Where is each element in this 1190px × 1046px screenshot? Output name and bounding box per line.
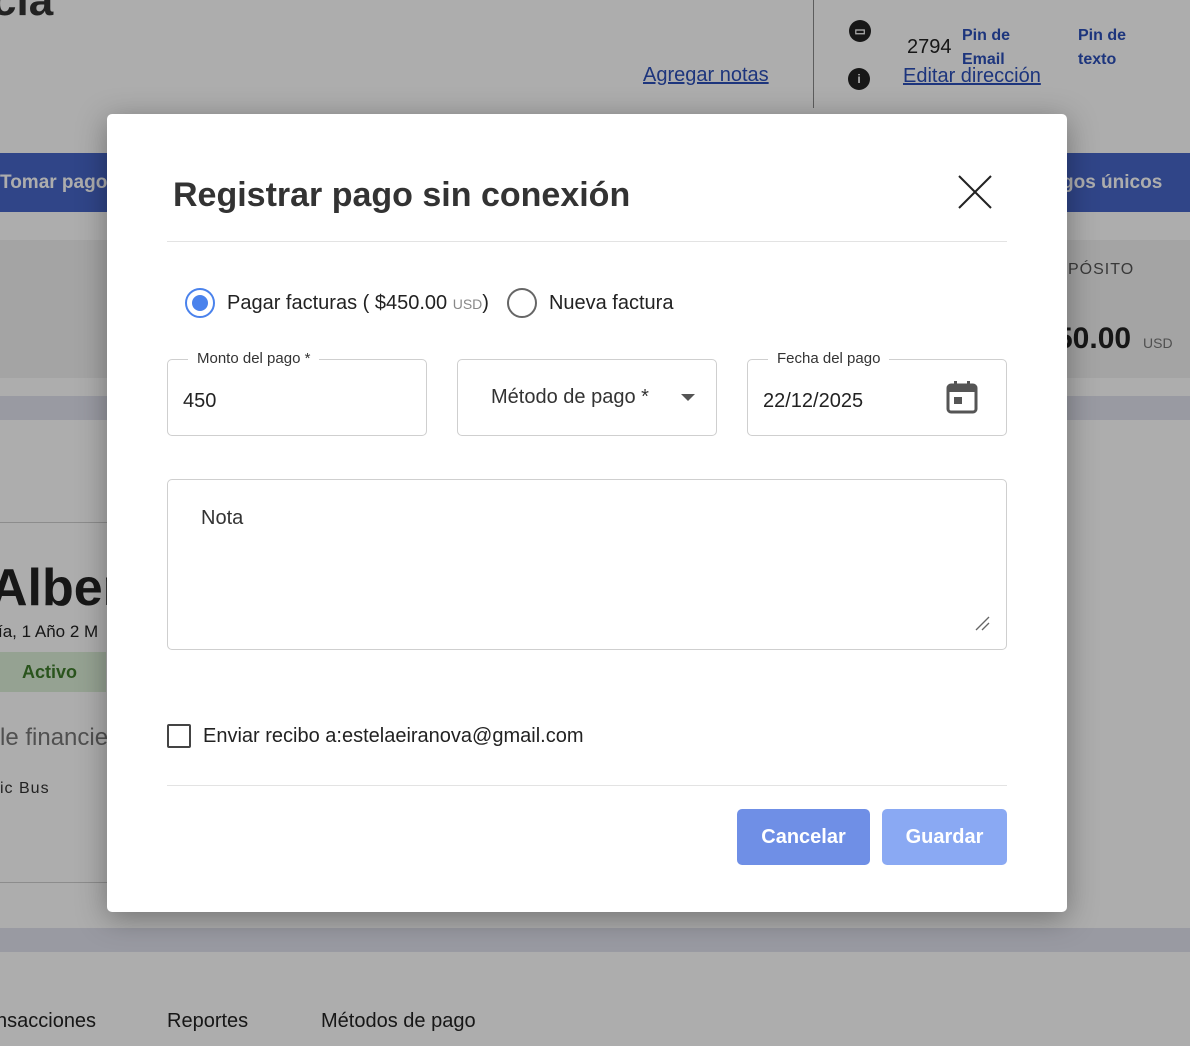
send-receipt-option: Enviar recibo a:estelaeiranova@gmail.com [167, 724, 583, 748]
radio-pay-invoices-label[interactable]: Pagar facturas ( $450.00 USD) [227, 292, 489, 315]
radio-new-invoice[interactable] [506, 288, 537, 318]
currency-label: USD [452, 295, 483, 312]
note-placeholder: Nota [201, 507, 244, 529]
offline-payment-dialog: Registrar pago sin conexión Pagar factur… [107, 114, 1067, 912]
close-icon [958, 175, 992, 209]
note-textarea[interactable]: Nota [167, 479, 1007, 650]
radio-new-invoice-label[interactable]: Nueva factura [549, 292, 674, 315]
payment-method-select[interactable]: Método de pago * [457, 359, 717, 436]
dialog-divider-top [167, 241, 1007, 242]
resize-grip-icon[interactable] [974, 615, 990, 631]
payment-date-value[interactable]: 22/12/2025 [763, 390, 863, 413]
payment-type-options: Pagar facturas ( $450.00 USD) Nueva fact… [185, 288, 673, 318]
calendar-icon[interactable] [946, 380, 978, 414]
payment-date-field[interactable]: Fecha del pago 22/12/2025 [747, 350, 1007, 436]
cancel-button[interactable]: Cancelar [737, 809, 870, 865]
amount-field[interactable]: Monto del pago * 450 [167, 350, 427, 436]
chevron-down-icon [681, 394, 695, 401]
payment-date-label: Fecha del pago [768, 350, 890, 367]
amount-field-value[interactable]: 450 [183, 390, 216, 413]
send-receipt-checkbox[interactable] [167, 724, 191, 748]
radio-pay-invoices[interactable] [185, 288, 215, 318]
close-button[interactable] [955, 172, 995, 212]
dialog-divider-bottom [167, 785, 1007, 786]
save-button[interactable]: Guardar [882, 809, 1007, 865]
payment-method-label: Método de pago * [491, 386, 649, 408]
send-receipt-label[interactable]: Enviar recibo a:estelaeiranova@gmail.com [203, 725, 583, 748]
amount-field-label: Monto del pago * [188, 350, 320, 367]
dialog-title: Registrar pago sin conexión [173, 176, 631, 214]
